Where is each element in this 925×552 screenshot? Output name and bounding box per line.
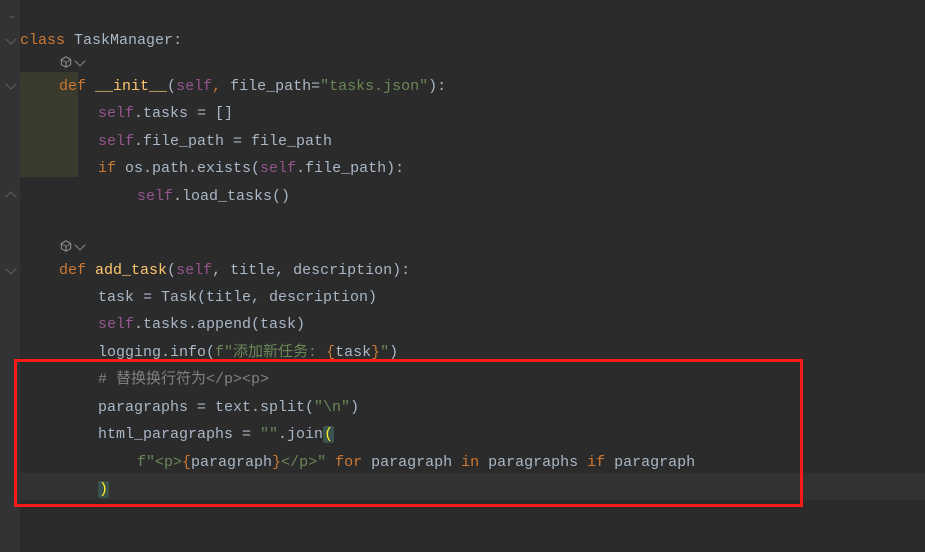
- self: self: [98, 133, 134, 150]
- keyword: def: [59, 262, 86, 279]
- punct: :: [173, 32, 182, 49]
- function-name: add_task: [95, 262, 167, 279]
- punct: (: [167, 78, 176, 95]
- self: self: [137, 188, 173, 205]
- code-line[interactable]: ): [98, 476, 109, 503]
- code-line[interactable]: def __init__(self, file_path="tasks.json…: [59, 73, 446, 100]
- code-line[interactable]: if os.path.exists(self.file_path):: [98, 155, 404, 182]
- chevron-down-icon: [74, 55, 85, 66]
- keyword: if: [98, 160, 125, 177]
- code-line[interactable]: logging.info(f"添加新任务: {task}"): [98, 339, 398, 366]
- string: "tasks.json": [320, 78, 428, 95]
- code-line[interactable]: def add_task(self, title, description):: [59, 257, 410, 284]
- current-line-highlight: [0, 473, 925, 500]
- self: self: [260, 160, 296, 177]
- ai-hint-icon[interactable]: [59, 239, 84, 253]
- param: file_path: [230, 78, 311, 95]
- keyword: for: [326, 454, 371, 471]
- bracket-match: ): [98, 481, 109, 498]
- function-name: __init__: [95, 78, 167, 95]
- self: self: [98, 105, 134, 122]
- code-line[interactable]: paragraphs = text.split("\n"): [98, 394, 359, 421]
- cube-icon: [59, 239, 73, 253]
- class-name: TaskManager: [74, 32, 173, 49]
- code-line[interactable]: class TaskManager:: [20, 27, 182, 54]
- comment: # 替换换行符为</p><p>: [98, 371, 269, 388]
- code-line[interactable]: self.load_tasks(): [137, 183, 290, 210]
- keyword: in: [452, 454, 488, 471]
- ai-hint-icon[interactable]: [59, 55, 84, 69]
- string: "\n": [314, 399, 350, 416]
- fold-marker-dash[interactable]: ⎯: [9, 5, 15, 32]
- code-line[interactable]: # 替换换行符为</p><p>: [98, 366, 269, 393]
- code-line[interactable]: self.tasks = []: [98, 100, 233, 127]
- keyword: class: [20, 32, 65, 49]
- code-line[interactable]: self.file_path = file_path: [98, 128, 332, 155]
- punct: ):: [428, 78, 446, 95]
- bracket-match: (: [323, 426, 334, 443]
- self: self: [176, 262, 212, 279]
- self: self: [176, 78, 212, 95]
- code-line[interactable]: task = Task(title, description): [98, 284, 377, 311]
- keyword: def: [59, 78, 86, 95]
- chevron-down-icon: [74, 239, 85, 250]
- self: self: [98, 316, 134, 333]
- code-line[interactable]: self.tasks.append(task): [98, 311, 305, 338]
- string: "": [260, 426, 278, 443]
- cube-icon: [59, 55, 73, 69]
- code-line[interactable]: html_paragraphs = "".join(: [98, 421, 334, 448]
- code-line[interactable]: f"<p>{paragraph}</p>" for paragraph in p…: [137, 449, 695, 476]
- keyword: if: [578, 454, 614, 471]
